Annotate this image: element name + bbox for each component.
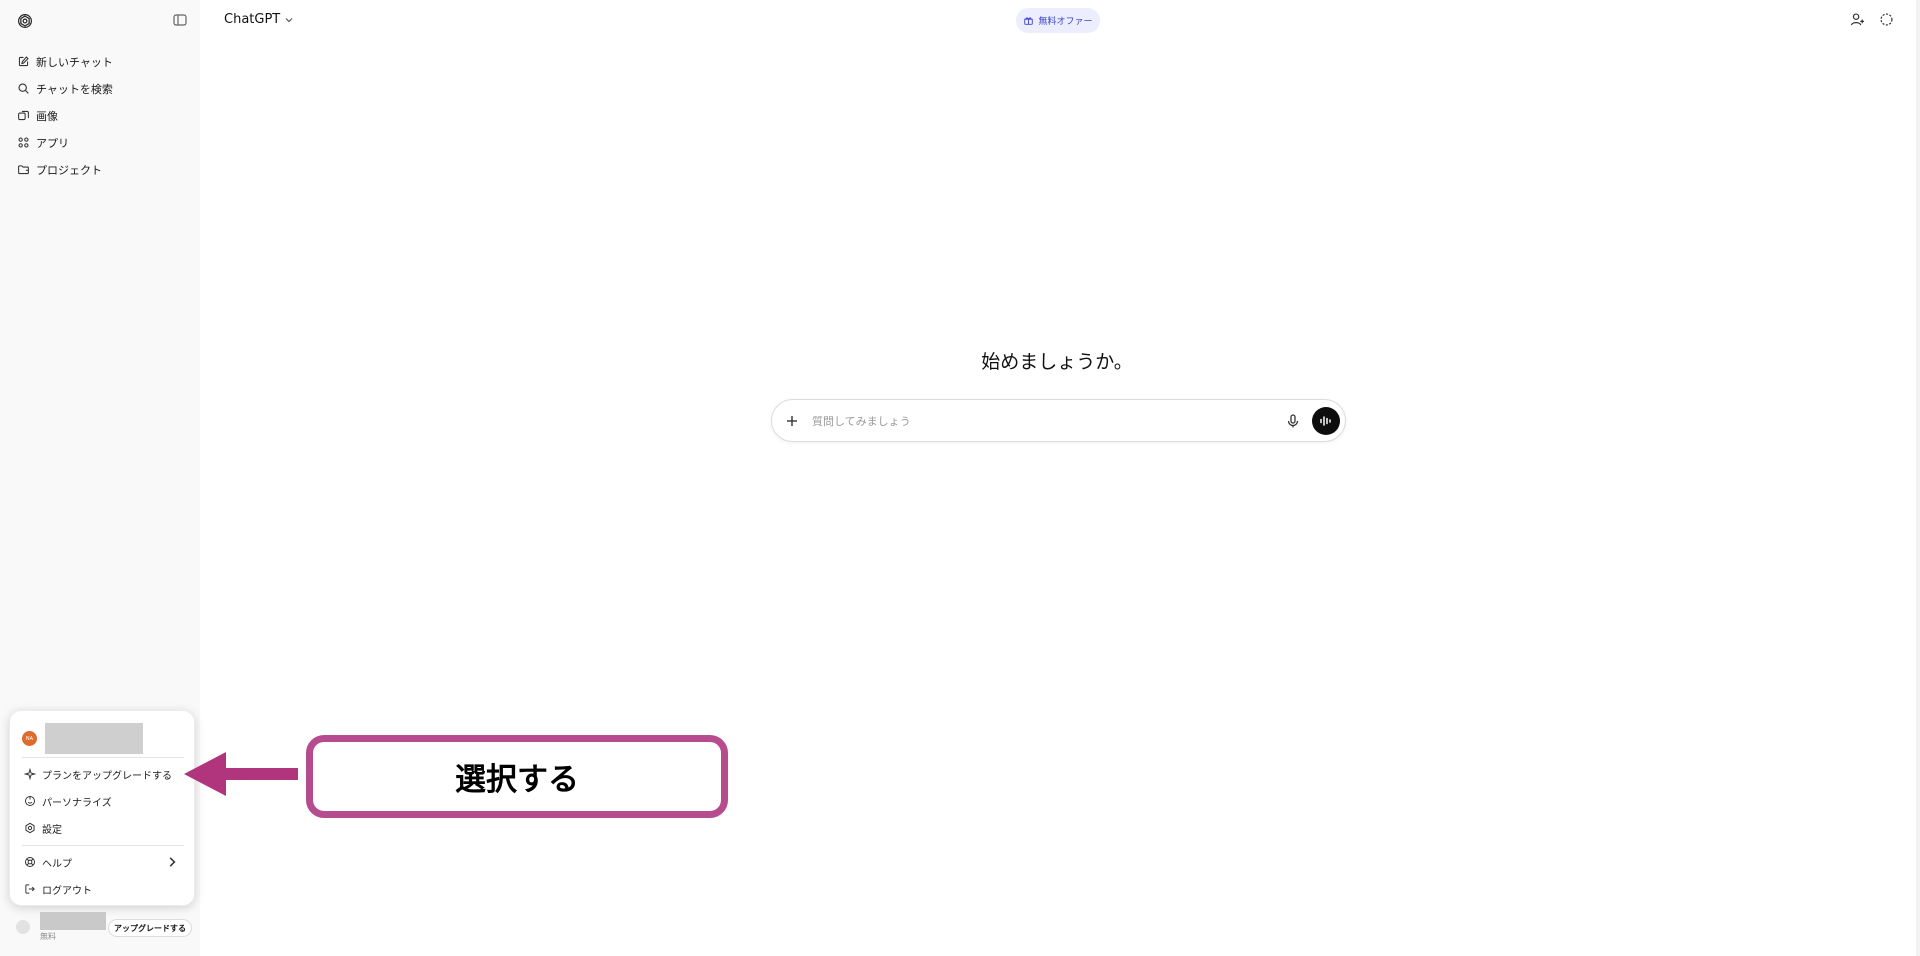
help-icon [25,857,35,867]
menu-item-label: パーソナライズ [42,797,112,809]
microphone-icon[interactable] [1285,413,1301,429]
sidebar-nav: 新しいチャット チャットを検索 画像 アプリ プロジェクト [8,48,192,183]
gear-icon [25,822,35,834]
temporary-chat-icon[interactable] [1879,12,1894,27]
edit-icon [18,56,29,67]
add-person-icon[interactable] [1850,12,1865,27]
apps-icon [18,137,29,148]
sidebar-item-label: 画像 [36,109,58,123]
avatar: NA [22,731,37,746]
account-menu: NA プランをアップグレードする パーソナライズ 設定 ヘルプ ログアウト [9,710,195,906]
sidebar-item-new-chat[interactable]: 新しいチャット [8,48,192,75]
sidebar-item-label: チャットを検索 [36,82,113,96]
annotation-callout: 選択する [306,735,728,818]
sidebar-item-images[interactable]: 画像 [8,102,192,129]
chevron-right-icon [169,857,176,867]
sidebar: 新しいチャット チャットを検索 画像 アプリ プロジェクト NA プランをアップ… [0,0,200,956]
menu-divider [22,845,184,846]
page-edge [1916,0,1920,956]
user-plan: 無料 [40,932,56,941]
menu-item-upgrade-plan[interactable]: プランをアップグレードする [24,764,186,784]
menu-item-personalize[interactable]: パーソナライズ [24,791,186,811]
sidebar-item-label: プロジェクト [36,163,102,177]
annotation-arrow [184,752,298,796]
images-icon [18,110,29,121]
openai-logo-icon[interactable] [16,12,34,30]
menu-item-label: ログアウト [42,885,92,897]
personalize-icon [25,796,35,806]
waveform-icon [1320,416,1331,426]
sparkle-icon [24,768,36,780]
menu-item-logout[interactable]: ログアウト [24,879,186,899]
chevron-down-icon [285,17,293,22]
model-name: ChatGPT [224,12,281,27]
account-row[interactable]: NA [22,723,143,754]
menu-item-label: ヘルプ [42,858,72,870]
plus-icon[interactable] [784,413,800,429]
upgrade-button[interactable]: アップグレードする [108,919,192,937]
sidebar-toggle-icon[interactable] [172,12,188,28]
sidebar-item-apps[interactable]: アプリ [8,129,192,156]
gift-icon [1024,17,1034,25]
user-name-redacted [40,912,106,930]
composer [771,399,1346,442]
greeting-heading: 始めましょうか。 [981,351,1133,373]
voice-mode-button[interactable] [1312,407,1340,435]
offer-label: 無料オファー [1038,17,1093,27]
free-offer-button[interactable]: 無料オファー [1016,8,1100,33]
menu-divider [22,757,184,758]
folder-icon [18,165,29,175]
sidebar-item-search-chats[interactable]: チャットを検索 [8,75,192,102]
menu-item-label: プランをアップグレードする [42,770,172,782]
sidebar-item-projects[interactable]: プロジェクト [8,156,192,183]
account-name-redacted [45,723,143,754]
user-profile[interactable]: 無料 アップグレードする [12,912,192,942]
logout-icon [25,884,35,894]
model-selector[interactable]: ChatGPT [224,12,294,27]
sidebar-item-label: 新しいチャット [36,55,113,69]
prompt-input[interactable] [812,411,1232,431]
menu-item-help[interactable]: ヘルプ [24,852,186,872]
user-avatar [16,920,30,934]
menu-item-settings[interactable]: 設定 [24,818,186,838]
sidebar-item-label: アプリ [36,136,69,150]
search-icon [18,83,29,94]
menu-item-label: 設定 [42,824,62,836]
